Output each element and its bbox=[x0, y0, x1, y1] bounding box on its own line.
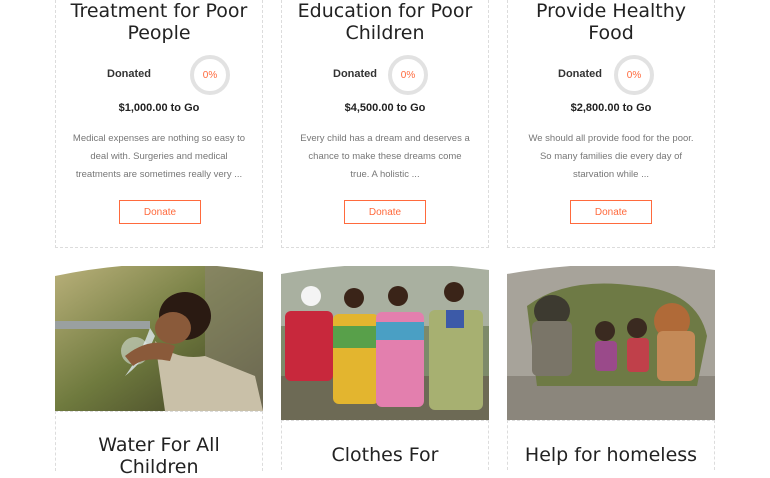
cause-card-treatment: Treatment for Poor People Donated 0% $1,… bbox=[55, 0, 263, 248]
donation-progress: Donated 0% bbox=[282, 55, 488, 97]
cause-title[interactable]: Treatment for Poor People bbox=[56, 0, 262, 44]
cause-card-education: Education for Poor Children Donated 0% $… bbox=[281, 0, 489, 248]
cause-title[interactable]: Provide Healthy Food bbox=[508, 0, 714, 44]
photo-children-clothes[interactable] bbox=[281, 266, 489, 420]
progress-ring: 0% bbox=[190, 55, 230, 95]
cause-card-food: Provide Healthy Food Donated 0% $2,800.0… bbox=[507, 0, 715, 248]
donate-button[interactable]: Donate bbox=[570, 200, 652, 224]
photo-child-drinking-water[interactable] bbox=[55, 266, 263, 411]
cause-card-water: Water For All Children bbox=[55, 411, 263, 478]
cause-title[interactable]: Clothes For bbox=[282, 444, 488, 466]
progress-percent: 0% bbox=[400, 69, 416, 81]
amount-to-go: $2,800.00 to Go bbox=[570, 102, 652, 114]
cause-card-clothes: Clothes For bbox=[281, 420, 489, 470]
cause-title[interactable]: Water For All Children bbox=[56, 434, 262, 478]
donate-button[interactable]: Donate bbox=[344, 200, 426, 224]
cause-description: Every child has a dream and deserves a c… bbox=[300, 133, 470, 180]
progress-ring: 0% bbox=[614, 55, 654, 95]
donation-progress: Donated 0% bbox=[56, 55, 262, 97]
donated-label: Donated bbox=[333, 68, 377, 80]
amount-to-go: $4,500.00 to Go bbox=[344, 102, 426, 114]
cause-description: We should all provide food for the poor.… bbox=[528, 133, 694, 180]
cause-card-homeless: Help for homeless bbox=[507, 420, 715, 470]
donate-button[interactable]: Donate bbox=[119, 200, 201, 224]
donation-progress: Donated 0% bbox=[508, 55, 714, 97]
amount-to-go: $1,000.00 to Go bbox=[118, 102, 200, 114]
photo-homeless-family[interactable] bbox=[507, 266, 715, 420]
cause-description: Medical expenses are nothing so easy to … bbox=[72, 133, 246, 180]
donated-label: Donated bbox=[107, 68, 151, 80]
progress-percent: 0% bbox=[202, 69, 218, 81]
cause-title[interactable]: Help for homeless bbox=[508, 444, 714, 466]
cause-title[interactable]: Education for Poor Children bbox=[282, 0, 488, 44]
progress-percent: 0% bbox=[626, 69, 642, 81]
progress-ring: 0% bbox=[388, 55, 428, 95]
donated-label: Donated bbox=[558, 68, 602, 80]
